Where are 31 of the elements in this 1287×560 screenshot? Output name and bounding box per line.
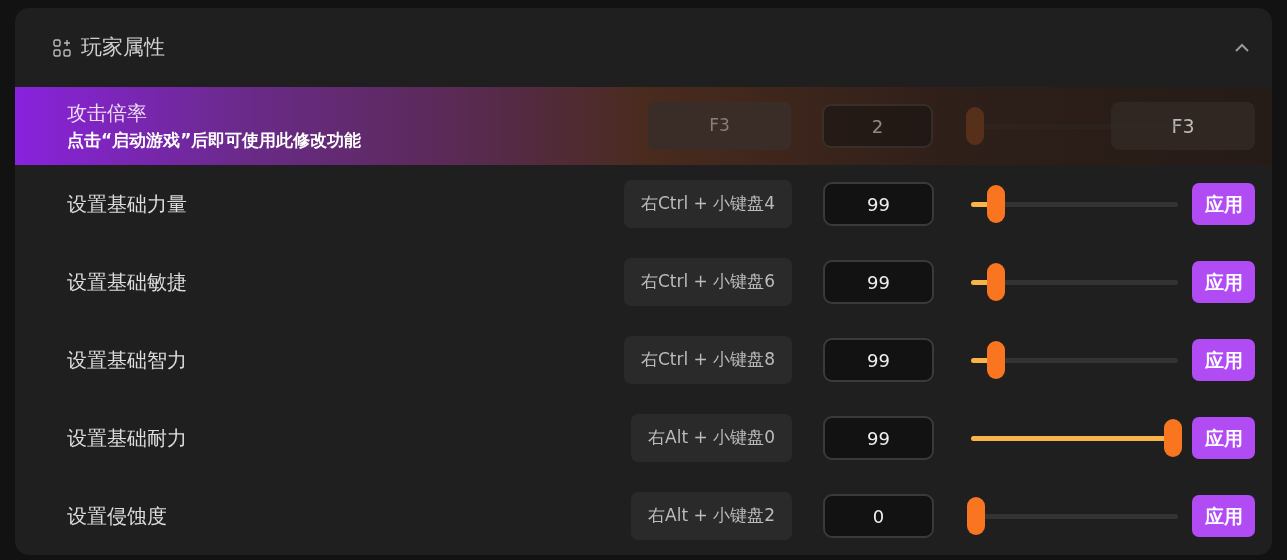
row-label: 设置基础敏捷 <box>67 269 188 296</box>
value-field[interactable]: 99 <box>823 338 934 382</box>
slider-thumb[interactable] <box>986 341 1005 379</box>
hotkey-label: 右Ctrl + 小键盘4 <box>623 180 792 228</box>
hotkey-label: 右Ctrl + 小键盘8 <box>623 336 792 384</box>
panel-title: 玩家属性 <box>81 33 165 61</box>
chevron-icon <box>1234 42 1250 53</box>
slider-thumb[interactable] <box>1164 419 1182 457</box>
slider-thumb[interactable] <box>986 185 1005 223</box>
value-field[interactable]: 0 <box>823 494 934 538</box>
hotkey-label: 右Alt + 小键盘0 <box>631 414 792 462</box>
slider-thumb[interactable] <box>967 497 985 535</box>
hotkey-label: 右Ctrl + 小键盘6 <box>623 258 792 306</box>
apply-button[interactable]: 应用 <box>1192 417 1255 459</box>
apps-icon <box>53 38 71 57</box>
apply-button[interactable]: 应用 <box>1192 261 1255 303</box>
row-label: 攻击倍率 <box>67 100 148 128</box>
hotkey-label: 右Alt + 小键盘2 <box>631 492 792 540</box>
slider-thumb[interactable] <box>986 263 1005 301</box>
row-label: 设置基础智力 <box>67 347 188 374</box>
apply-button[interactable]: 应用 <box>1192 339 1255 381</box>
apply-button[interactable]: 应用 <box>1192 183 1255 225</box>
apply-button[interactable]: 应用 <box>1192 495 1255 537</box>
row-label: 设置基础力量 <box>67 191 188 218</box>
hotkey-label: F3 <box>648 102 791 150</box>
value-field[interactable]: 99 <box>823 260 934 304</box>
notice-text: 点击“启动游戏”后即可使用此修改功能 <box>67 129 363 153</box>
value-field[interactable]: 99 <box>823 416 934 460</box>
row-label: 设置基础耐力 <box>67 425 188 452</box>
value-field[interactable]: 99 <box>823 182 934 226</box>
row-label: 设置侵蚀度 <box>67 503 168 530</box>
